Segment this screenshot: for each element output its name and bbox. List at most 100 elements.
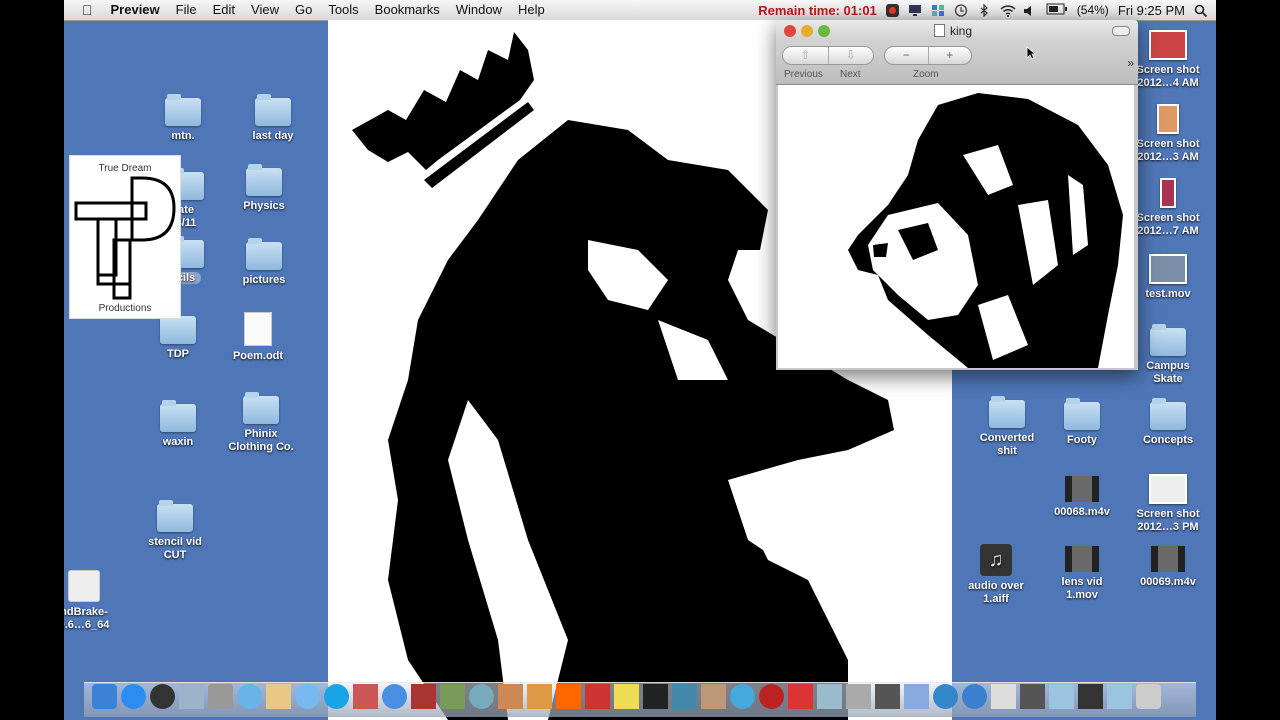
zoom-window-button[interactable]	[818, 25, 830, 37]
star-icon[interactable]	[933, 684, 958, 709]
notes-icon[interactable]	[266, 684, 291, 709]
desktop-icon-footy[interactable]: Footy	[1042, 398, 1122, 447]
desktop-screen:  Preview File Edit View Go Tools Bookma…	[64, 0, 1216, 720]
menu-file[interactable]: File	[168, 0, 205, 20]
cloud-icon[interactable]	[730, 684, 755, 709]
toolbar-toggle-button[interactable]	[1112, 26, 1130, 36]
imovie-icon[interactable]	[904, 684, 929, 709]
music-note-icon: ♫	[980, 544, 1012, 576]
desktop-icon-waxin[interactable]: waxin	[138, 400, 218, 449]
desktop-icon-test-mov[interactable]: test.mov	[1128, 254, 1208, 301]
photo-booth-icon[interactable]	[411, 684, 436, 709]
headphones-icon[interactable]	[875, 684, 900, 709]
desktop-icon-tdp[interactable]: TDP	[138, 312, 218, 361]
messages-icon[interactable]	[295, 684, 320, 709]
desktop-icon-screenshot-2[interactable]: Screen shot 2012…3 AM	[1128, 104, 1208, 164]
safari-icon[interactable]	[237, 684, 262, 709]
menu-go[interactable]: Go	[287, 0, 320, 20]
apple-menu-icon[interactable]: 	[64, 0, 103, 20]
toolbar-overflow-button[interactable]: »	[1127, 56, 1134, 70]
game-icon[interactable]	[846, 684, 871, 709]
desktop-icon-screenshot-3[interactable]: Screen shot 2012…7 AM	[1128, 178, 1208, 238]
folder-app-icon[interactable]	[817, 684, 842, 709]
menu-window[interactable]: Window	[448, 0, 510, 20]
skype-icon[interactable]	[324, 684, 349, 709]
record-dock-icon[interactable]	[1020, 684, 1045, 709]
clock[interactable]: Fri 9:25 PM	[1118, 3, 1185, 18]
desktop-icon-last-day[interactable]: last day	[233, 94, 313, 143]
desktop-icon-physics[interactable]: Physics	[224, 164, 304, 213]
desktop-icon-pictures[interactable]: pictures	[224, 238, 304, 287]
time-machine-icon[interactable]	[954, 3, 968, 17]
menu-tools[interactable]: Tools	[320, 0, 366, 20]
preview-dock-icon[interactable]	[179, 684, 204, 709]
volume-icon[interactable]	[1023, 4, 1037, 17]
remain-time-label: Remain time: 01:01	[758, 2, 877, 18]
media-icon[interactable]	[585, 684, 610, 709]
wifi-icon[interactable]	[1000, 4, 1016, 17]
utility-icon[interactable]	[527, 684, 552, 709]
folder-icon	[160, 312, 196, 344]
dashboard-icon[interactable]	[150, 684, 175, 709]
minimize-window-button[interactable]	[801, 25, 813, 37]
menu-bar:  Preview File Edit View Go Tools Bookma…	[64, 0, 1216, 21]
finder-icon[interactable]	[92, 684, 117, 709]
desktop-icon-handbrake[interactable]: ndBrake- 9.6…6_64	[64, 570, 124, 632]
menu-bookmarks[interactable]: Bookmarks	[367, 0, 448, 20]
desktop-icon-campus-skate[interactable]: Campus Skate	[1128, 324, 1208, 386]
close-window-button[interactable]	[784, 25, 796, 37]
window-title-bar[interactable]: king	[776, 20, 1138, 42]
quicktime-icon[interactable]	[962, 684, 987, 709]
dock-icons	[92, 684, 1161, 709]
desktop-icon-00069[interactable]: 00069.m4v	[1128, 546, 1208, 589]
desktop-icon-00068[interactable]: 00068.m4v	[1042, 476, 1122, 519]
desktop-icon-concepts[interactable]: Concepts	[1128, 398, 1208, 447]
desktop-icon-lens-vid[interactable]: lens vid 1.mov	[1042, 546, 1122, 602]
applications-folder-icon[interactable]	[1049, 684, 1074, 709]
spotlight-search-icon[interactable]	[1194, 4, 1208, 17]
desktop-icon-mtn[interactable]: mtn.	[143, 94, 223, 143]
trash-icon[interactable]	[1136, 684, 1161, 709]
network-icon[interactable]	[469, 684, 494, 709]
desktop-icon-converted[interactable]: Converted shit	[967, 396, 1047, 458]
lion-image	[848, 93, 1123, 368]
music-folder-icon[interactable]	[1078, 684, 1103, 709]
iphoto-icon[interactable]	[440, 684, 465, 709]
screen-icon[interactable]	[672, 684, 697, 709]
app-menu-preview[interactable]: Preview	[103, 0, 168, 20]
display-icon[interactable]	[908, 4, 922, 17]
itunes-icon[interactable]	[382, 684, 407, 709]
desktop-icon-screenshot-1[interactable]: Screen shot 2012…4 AM	[1128, 30, 1208, 90]
camera-icon[interactable]	[208, 684, 233, 709]
x11-icon[interactable]	[991, 684, 1016, 709]
dvd-player-icon[interactable]	[759, 684, 784, 709]
desktop-icon-screenshot-4[interactable]: Screen shot 2012…3 PM	[1128, 474, 1208, 534]
prev-next-control: ⇧ ⇩	[782, 46, 874, 65]
soundcloud-icon[interactable]	[556, 684, 581, 709]
bluetooth-icon[interactable]	[977, 3, 991, 17]
desktop-icon-audio-over[interactable]: ♫ audio over 1.aiff	[956, 544, 1036, 606]
app-dark-icon[interactable]	[643, 684, 668, 709]
desktop-icon-stencil-vid[interactable]: stencil vid CUT	[135, 500, 215, 562]
record-icon[interactable]	[885, 3, 899, 17]
preview-window: king ⇧ ⇩ Previous Next − + Zoom »	[776, 20, 1138, 370]
photo-icon[interactable]	[353, 684, 378, 709]
garageband-icon[interactable]	[498, 684, 523, 709]
tdp-logo-card: True Dream Productions	[69, 155, 181, 319]
previous-button[interactable]: ⇧	[783, 47, 828, 64]
menu-view[interactable]: View	[243, 0, 287, 20]
desktop-icon-phinix[interactable]: Phinix Clothing Co.	[221, 392, 301, 454]
stickies-icon[interactable]	[614, 684, 639, 709]
zoom-out-button[interactable]: −	[885, 47, 928, 64]
archive-icon[interactable]	[701, 684, 726, 709]
next-button[interactable]: ⇩	[827, 47, 874, 64]
office-icon[interactable]	[788, 684, 813, 709]
battery-icon[interactable]	[1046, 3, 1068, 18]
menu-edit[interactable]: Edit	[205, 0, 243, 20]
downloads-folder-icon[interactable]	[1107, 684, 1132, 709]
zoom-in-button[interactable]: +	[927, 47, 972, 64]
app-store-icon[interactable]	[121, 684, 146, 709]
desktop-icon-poem[interactable]: Poem.odt	[218, 312, 298, 363]
app-switch-icon[interactable]	[931, 4, 945, 17]
menu-help[interactable]: Help	[510, 0, 553, 20]
